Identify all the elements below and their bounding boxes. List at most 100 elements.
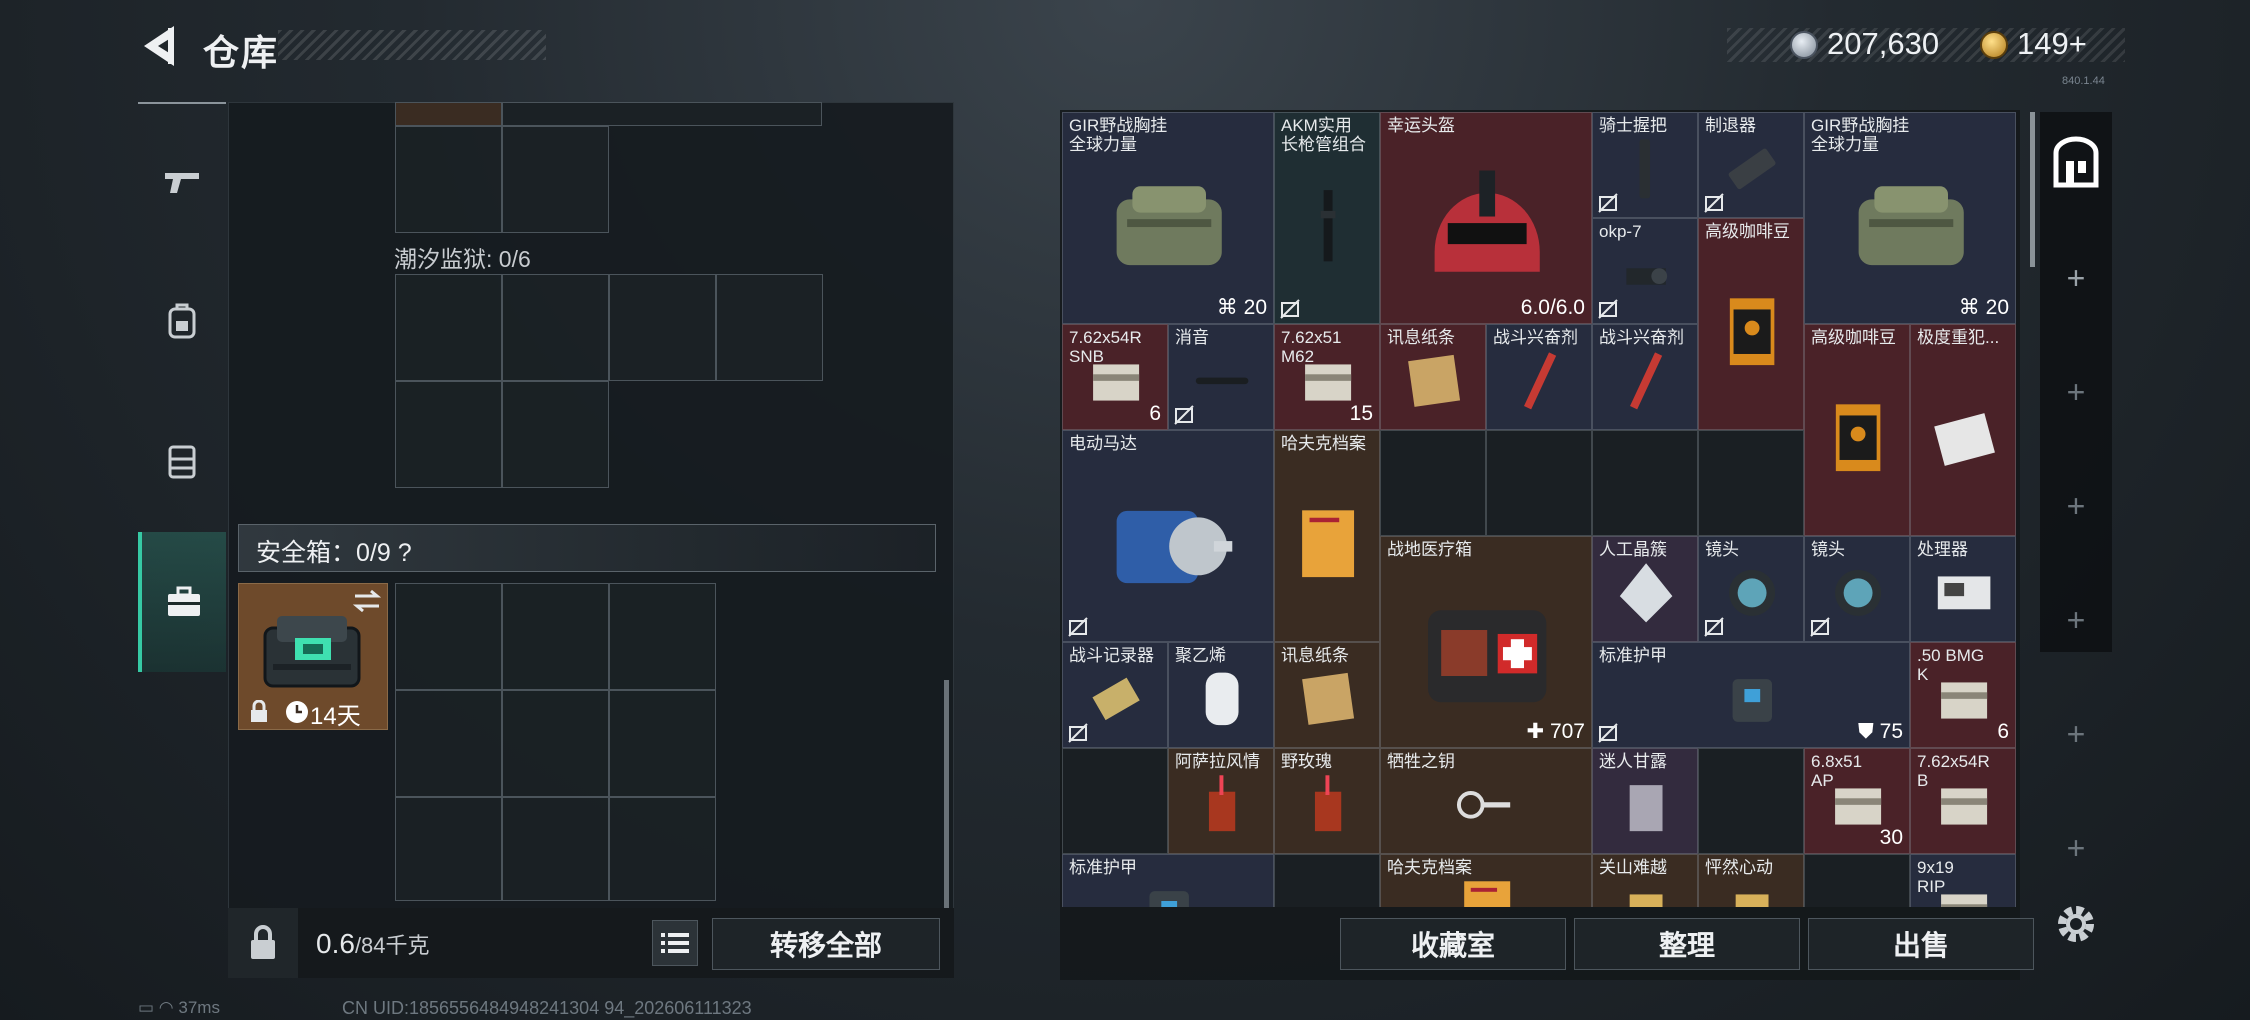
grid-slot[interactable] (395, 381, 502, 488)
item-name: 人工晶簇 (1599, 540, 1667, 559)
grid-slot[interactable] (502, 102, 822, 126)
grid-slot[interactable] (609, 274, 716, 381)
warehouse-item[interactable]: 关山难越 (1592, 854, 1698, 907)
warehouse-item[interactable]: 战斗兴奋剂 (1592, 324, 1698, 430)
gold-currency-value[interactable]: 149+ (2017, 26, 2087, 62)
warehouse-item[interactable]: 7.62x51 M62 15 (1274, 324, 1380, 430)
warehouse-item[interactable]: 高级咖啡豆 (1804, 324, 1910, 536)
warehouse-scrollbar[interactable] (2030, 112, 2035, 267)
collection-room-button[interactable]: 收藏室 (1340, 918, 1566, 970)
add-page-icon[interactable]: + (2040, 602, 2112, 639)
grid-slot[interactable] (716, 274, 823, 381)
add-page-icon[interactable]: + (2040, 716, 2112, 753)
help-icon[interactable]: ? (398, 539, 412, 567)
no-insurance-icon (1068, 617, 1088, 637)
warehouse-item[interactable]: 7.62x54R SNB 6 (1062, 324, 1168, 430)
warehouse-item[interactable]: 7.62x54R B (1910, 748, 2016, 854)
warehouse-page-icon[interactable] (2048, 135, 2104, 191)
add-page-icon[interactable]: + (2040, 374, 2112, 411)
item-name: 镜头 (1705, 540, 1739, 559)
grid-slot[interactable] (502, 797, 609, 901)
grid-slot[interactable] (609, 583, 716, 690)
empty-slot[interactable] (1274, 854, 1380, 907)
bag-item-image (1116, 185, 1222, 265)
grid-slot[interactable] (395, 583, 502, 690)
warehouse-item[interactable]: 怦然心动 (1698, 854, 1804, 907)
warehouse-item[interactable]: .50 BMG K 6 (1910, 642, 2016, 748)
transfer-all-button[interactable]: 转移全部 (712, 918, 940, 970)
tab-safe-box[interactable] (138, 532, 226, 672)
grid-slot[interactable] (502, 690, 609, 797)
grid-slot[interactable] (395, 274, 502, 381)
warehouse-item[interactable]: 标准护甲 (1062, 854, 1274, 907)
tab-weapon[interactable] (138, 112, 226, 252)
warehouse-item[interactable]: 幸运头盔 6.0/6.0 (1380, 112, 1592, 324)
item-name: 聚乙烯 (1175, 646, 1226, 665)
warehouse-item[interactable]: 极度重犯... (1910, 324, 2016, 536)
add-page-icon[interactable]: + (2040, 260, 2112, 297)
warehouse-item[interactable]: 制退器 (1698, 112, 1804, 218)
empty-slot[interactable] (1380, 430, 1486, 536)
back-arrow-icon[interactable] (138, 22, 182, 70)
warehouse-item[interactable]: 聚乙烯 (1168, 642, 1274, 748)
grid-slot[interactable] (609, 690, 716, 797)
warehouse-item[interactable]: 战斗记录器 (1062, 642, 1168, 748)
grid-slot[interactable] (502, 583, 609, 690)
warehouse-item[interactable]: 9x19 RIP (1910, 854, 2016, 907)
add-page-icon[interactable]: + (2040, 488, 2112, 525)
warehouse-item[interactable]: GIR野战胸挂 全球力量 ⌘ 20 (1804, 112, 2016, 324)
grid-slot[interactable] (609, 797, 716, 901)
warehouse-item[interactable]: AKM实用 长枪管组合 (1274, 112, 1380, 324)
sell-button[interactable]: 出售 (1808, 918, 2034, 970)
warehouse-item[interactable]: 讯息纸条 (1380, 324, 1486, 430)
warehouse-item[interactable]: okp-7 (1592, 218, 1698, 324)
warehouse-item[interactable]: 讯息纸条 (1274, 642, 1380, 748)
warehouse-item[interactable]: 哈夫克档案 (1274, 430, 1380, 642)
warehouse-item[interactable]: 人工晶簇 (1592, 536, 1698, 642)
warehouse-item[interactable]: 处理器 (1910, 536, 2016, 642)
warehouse-item[interactable]: 高级咖啡豆 (1698, 218, 1804, 430)
warehouse-item[interactable]: 6.8x51 AP 30 (1804, 748, 1910, 854)
partial-item-slot[interactable] (395, 102, 502, 126)
empty-slot[interactable] (1592, 430, 1698, 536)
warehouse-item[interactable]: 哈夫克档案 (1380, 854, 1592, 907)
warehouse-item[interactable]: 野玫瑰 (1274, 748, 1380, 854)
warehouse-item[interactable]: 消音 (1168, 324, 1274, 430)
add-page-icon[interactable]: + (2040, 830, 2112, 867)
lock-button[interactable] (228, 908, 298, 978)
warehouse-item[interactable]: 牺牲之钥 (1380, 748, 1592, 854)
grid-slot[interactable] (502, 274, 609, 381)
item-name: 阿萨拉风情 (1175, 752, 1260, 771)
warehouse-item[interactable]: 骑士握把 (1592, 112, 1698, 218)
warehouse-item[interactable]: 迷人甘露 (1592, 748, 1698, 854)
grid-slot[interactable] (502, 126, 609, 233)
tab-backpack[interactable] (138, 252, 226, 392)
grid-slot[interactable] (395, 126, 502, 233)
organize-button[interactable]: 整理 (1574, 918, 1800, 970)
empty-slot[interactable] (1804, 854, 1910, 907)
empty-slot[interactable] (1698, 748, 1804, 854)
swap-icon[interactable] (351, 588, 383, 614)
warehouse-item[interactable]: 电动马达 (1062, 430, 1274, 642)
warehouse-item[interactable]: GIR野战胸挂 全球力量 ⌘ 20 (1062, 112, 1274, 324)
warehouse-item[interactable]: 阿萨拉风情 (1168, 748, 1274, 854)
title-decoration (278, 30, 546, 60)
warehouse-item[interactable]: 战斗兴奋剂 (1486, 324, 1592, 430)
grid-slot[interactable] (395, 797, 502, 901)
warehouse-item[interactable]: 战地医疗箱 ✚ 707 (1380, 536, 1592, 748)
item-quantity: ⌘ 20 (1216, 296, 1267, 319)
warehouse-item[interactable]: 标准护甲 ⛊ 75 (1592, 642, 1910, 748)
list-view-button[interactable] (652, 920, 698, 966)
left-scrollbar[interactable] (944, 680, 949, 910)
grid-slot[interactable] (502, 381, 609, 488)
empty-slot[interactable] (1486, 430, 1592, 536)
item-name: GIR野战胸挂 全球力量 (1811, 116, 1910, 154)
warehouse-item[interactable]: 镜头 (1698, 536, 1804, 642)
tab-chest-rig[interactable] (138, 392, 226, 532)
empty-slot[interactable] (1698, 430, 1804, 536)
silver-currency-value[interactable]: 207,630 (1827, 26, 1939, 62)
settings-gear-icon[interactable] (2052, 900, 2100, 948)
empty-slot[interactable] (1062, 748, 1168, 854)
warehouse-item[interactable]: 镜头 (1804, 536, 1910, 642)
grid-slot[interactable] (395, 690, 502, 797)
